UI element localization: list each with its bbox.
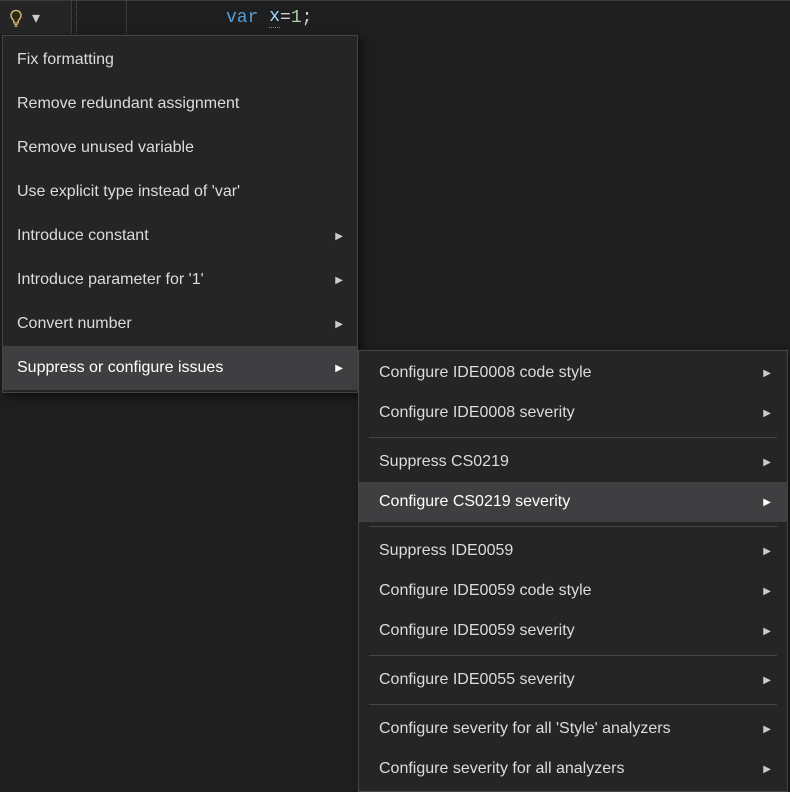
quick-action-item[interactable]: Use explicit type instead of 'var'	[3, 170, 357, 214]
lightbulb-icon	[6, 8, 26, 28]
quick-action-item[interactable]: Convert number ▶	[3, 302, 357, 346]
submenu-arrow-icon: ▶	[763, 764, 771, 775]
menu-item-label: Use explicit type instead of 'var'	[17, 183, 240, 201]
suppress-configure-item[interactable]: Configure severity for all 'Style' analy…	[359, 709, 787, 749]
submenu-arrow-icon: ▶	[335, 275, 343, 286]
menu-item-label: Configure severity for all analyzers	[379, 760, 624, 778]
menu-item-label: Suppress CS0219	[379, 453, 509, 471]
editor-strip: ▾ var x = 1 ;	[0, 0, 790, 34]
menu-item-label: Configure IDE0059 severity	[379, 622, 575, 640]
menu-separator	[369, 704, 777, 705]
quick-action-item[interactable]: Suppress or configure issues ▶	[3, 346, 357, 390]
indent-guide	[126, 1, 127, 34]
menu-item-label: Configure CS0219 severity	[379, 493, 570, 511]
suppress-configure-item[interactable]: Configure severity for all analyzers ▶	[359, 749, 787, 789]
menu-separator	[369, 655, 777, 656]
suppress-configure-item[interactable]: Configure IDE0059 severity ▶	[359, 611, 787, 651]
submenu-arrow-icon: ▶	[335, 231, 343, 242]
quick-action-item[interactable]: Introduce constant ▶	[3, 214, 357, 258]
submenu-arrow-icon: ▶	[763, 675, 771, 686]
suppress-configure-item[interactable]: Configure IDE0055 severity ▶	[359, 660, 787, 700]
code-token-punct: ;	[302, 8, 313, 28]
submenu-arrow-icon: ▶	[763, 724, 771, 735]
suppress-configure-item[interactable]: Configure IDE0059 code style ▶	[359, 571, 787, 611]
menu-item-label: Configure IDE0008 code style	[379, 364, 592, 382]
quick-action-item[interactable]: Fix formatting	[3, 38, 357, 82]
submenu-arrow-icon: ▶	[763, 586, 771, 597]
menu-item-label: Introduce parameter for '1'	[17, 271, 204, 289]
menu-item-label: Convert number	[17, 315, 132, 333]
menu-item-label: Configure IDE0008 severity	[379, 404, 575, 422]
submenu-arrow-icon: ▶	[763, 626, 771, 637]
menu-item-label: Introduce constant	[17, 227, 149, 245]
submenu-arrow-icon: ▶	[335, 319, 343, 330]
submenu-arrow-icon: ▶	[335, 363, 343, 374]
indent-guide	[76, 1, 77, 34]
suppress-configure-item[interactable]: Configure CS0219 severity ▶	[359, 482, 787, 522]
submenu-arrow-icon: ▶	[763, 497, 771, 508]
menu-item-label: Remove unused variable	[17, 139, 194, 157]
code-editor-line[interactable]: var x = 1 ;	[72, 0, 790, 34]
submenu-arrow-icon: ▶	[763, 546, 771, 557]
quick-action-item[interactable]: Introduce parameter for '1' ▶	[3, 258, 357, 302]
suppress-configure-item[interactable]: Suppress CS0219 ▶	[359, 442, 787, 482]
code-token-operator: =	[280, 8, 291, 28]
menu-item-label: Suppress or configure issues	[17, 359, 223, 377]
menu-item-label: Suppress IDE0059	[379, 542, 513, 560]
menu-item-label: Configure severity for all 'Style' analy…	[379, 720, 671, 738]
suppress-configure-item[interactable]: Suppress IDE0059 ▶	[359, 531, 787, 571]
submenu-arrow-icon: ▶	[763, 408, 771, 419]
quick-action-item[interactable]: Remove unused variable	[3, 126, 357, 170]
lightbulb-gutter[interactable]: ▾	[0, 0, 72, 34]
submenu-arrow-icon: ▶	[763, 368, 771, 379]
quick-action-item[interactable]: Remove redundant assignment	[3, 82, 357, 126]
menu-item-label: Fix formatting	[17, 51, 114, 69]
code-token-number: 1	[291, 8, 302, 28]
suppress-configure-submenu: Configure IDE0008 code style▶Configure I…	[358, 350, 788, 792]
menu-separator	[369, 437, 777, 438]
suppress-configure-item[interactable]: Configure IDE0008 code style ▶	[359, 353, 787, 393]
menu-item-label: Configure IDE0059 code style	[379, 582, 592, 600]
suppress-configure-item[interactable]: Configure IDE0008 severity ▶	[359, 393, 787, 433]
chevron-down-icon: ▾	[32, 8, 40, 28]
menu-item-label: Remove redundant assignment	[17, 95, 239, 113]
menu-item-label: Configure IDE0055 severity	[379, 671, 575, 689]
code-token-identifier: x	[269, 7, 280, 28]
menu-separator	[369, 526, 777, 527]
submenu-arrow-icon: ▶	[763, 457, 771, 468]
code-token-keyword: var	[226, 8, 258, 28]
quick-actions-menu: Fix formatting Remove redundant assignmen…	[2, 35, 358, 393]
